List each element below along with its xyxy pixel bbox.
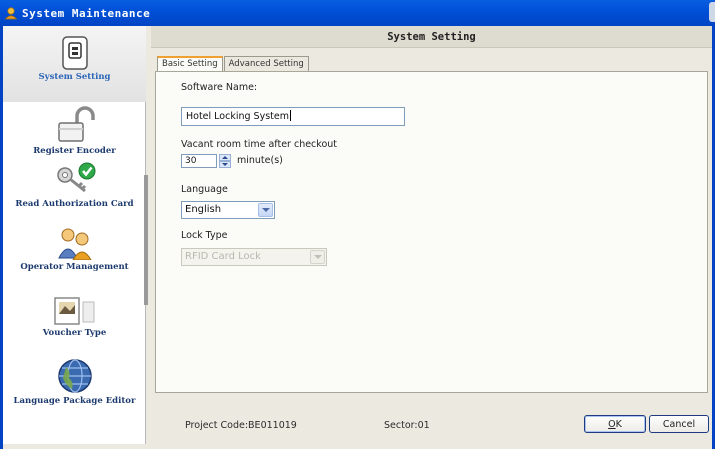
app-icon	[4, 7, 18, 20]
ok-mnemonic: O	[608, 418, 616, 430]
sidebar-item-system-setting[interactable]: System Setting	[3, 36, 146, 82]
tab-advanced-setting[interactable]: Advanced Setting	[223, 56, 309, 71]
vacant-time-spinner[interactable]	[219, 154, 231, 168]
tab-basic-setting[interactable]: Basic Setting	[157, 56, 223, 72]
dropdown-arrow-icon[interactable]	[258, 203, 273, 217]
arrow-down-icon	[222, 163, 228, 166]
sidebar-item-label: Read Authorization Card	[15, 199, 134, 209]
project-code-text: Project Code:BE011019	[185, 420, 297, 431]
sidebar-item-label: Register Encoder	[33, 146, 116, 156]
text-caret	[289, 110, 291, 121]
language-select[interactable]: English	[181, 201, 275, 219]
sidebar: System Setting Register Encoder Read Aut…	[3, 26, 146, 444]
ok-label-rest: K	[615, 418, 622, 430]
spin-up-button[interactable]	[219, 154, 231, 161]
sidebar-item-operator-management[interactable]: Operator Management	[3, 226, 146, 272]
page-header: System Setting	[151, 26, 712, 48]
window-title: System Maintenance	[22, 6, 151, 20]
lock-type-select: RFID Card Lock	[181, 248, 327, 266]
sidebar-item-label: System Setting	[38, 72, 111, 82]
page-title: System Setting	[387, 30, 476, 43]
dropdown-arrow-icon	[310, 250, 325, 264]
lock-type-label: Lock Type	[181, 230, 228, 241]
phone-icon	[61, 36, 88, 70]
sidebar-splitter[interactable]	[144, 175, 148, 305]
sidebar-item-label: Language Package Editor	[13, 396, 136, 406]
sidebar-item-register-encoder[interactable]: Register Encoder	[3, 106, 146, 156]
sidebar-item-voucher-type[interactable]: Voucher Type	[3, 296, 146, 338]
padlock-icon	[57, 106, 95, 142]
software-name-label: Software Name:	[181, 82, 258, 93]
basic-setting-panel: Software Name: Hotel Locking System Vaca…	[155, 71, 708, 393]
sidebar-item-label: Voucher Type	[42, 328, 107, 338]
tab-bar: Basic Setting Advanced Setting	[157, 56, 310, 72]
sidebar-item-label: Operator Management	[20, 262, 129, 272]
ok-button[interactable]: OK	[584, 415, 646, 433]
operators-icon	[57, 228, 92, 260]
software-name-value: Hotel Locking System	[186, 111, 289, 122]
voucher-icon	[53, 297, 94, 325]
language-label: Language	[181, 184, 228, 195]
spin-down-button[interactable]	[219, 161, 231, 168]
vacant-time-label: Vacant room time after checkout	[181, 139, 337, 150]
globe-icon	[57, 359, 92, 393]
arrow-up-icon	[222, 156, 228, 159]
sidebar-item-read-authorization-card[interactable]: Read Authorization Card	[3, 161, 146, 209]
language-value: English	[185, 204, 222, 215]
main-panel: System Setting Basic Setting Advanced Se…	[151, 26, 712, 444]
title-bar: System Maintenance	[0, 0, 715, 26]
software-name-input[interactable]: Hotel Locking System	[181, 107, 405, 126]
sector-text: Sector:01	[384, 420, 430, 431]
lock-type-value: RFID Card Lock	[185, 251, 261, 262]
cancel-button[interactable]: Cancel	[649, 415, 709, 433]
window-control-edge[interactable]	[709, 2, 715, 22]
vacant-time-input[interactable]: 30	[181, 154, 217, 168]
sidebar-item-language-package-editor[interactable]: Language Package Editor	[3, 358, 146, 406]
vacant-time-unit: minute(s)	[237, 155, 283, 166]
keys-check-icon	[56, 162, 95, 193]
